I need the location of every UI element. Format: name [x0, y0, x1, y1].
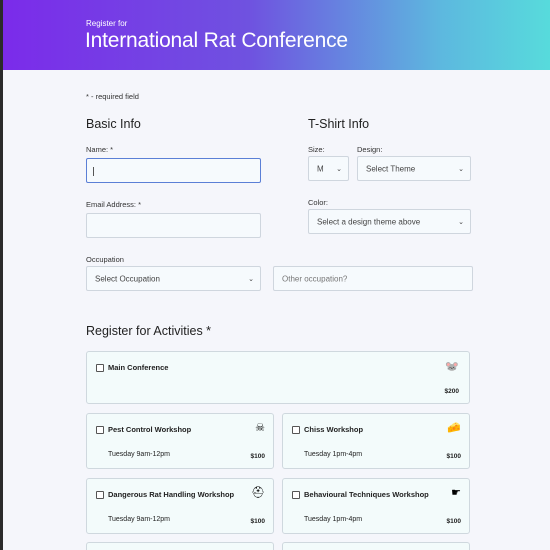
size-select-value: M [317, 164, 324, 173]
other-occupation-input[interactable]: Other occupation? [273, 266, 473, 291]
name-label: Name: * [86, 145, 114, 154]
activity-time: Tuesday 1pm-4pm [304, 451, 363, 458]
email-input[interactable] [86, 213, 261, 238]
activity-time: Tuesday 9am-12pm [108, 516, 170, 523]
activity-time: Tuesday 1pm-4pm [304, 516, 363, 523]
color-select-value: Select a design theme above [317, 217, 421, 226]
occupation-label: Occupation [86, 255, 124, 264]
activity-card-dangerous-rat-handling[interactable]: Dangerous Rat Handling Workshop ⛑ Tuesda… [86, 478, 274, 534]
color-label: Color: [308, 198, 329, 207]
page-title: International Rat Conference [85, 29, 348, 52]
occupation-select-value: Select Occupation [95, 274, 160, 283]
other-occupation-placeholder: Other occupation? [282, 274, 348, 283]
design-select[interactable]: Select Theme ⌄ [357, 156, 471, 181]
chiss-checkbox[interactable] [292, 426, 300, 434]
required-field-note: * - required field [86, 92, 139, 101]
activity-card-pest-control[interactable]: Pest Control Workshop ☠ Tuesday 9am-12pm… [86, 413, 274, 469]
activity-price: $100 [250, 453, 265, 460]
text-cursor [93, 167, 94, 176]
size-select[interactable]: M ⌄ [308, 156, 349, 181]
skull-crossbones-icon: ☠ [255, 422, 265, 434]
activity-name: Main Conference [108, 363, 169, 372]
chevron-down-icon: ⌄ [336, 165, 342, 173]
basic-info-heading: Basic Info [86, 117, 141, 131]
activity-time: Tuesday 9am-12pm [108, 451, 170, 458]
activity-card-main-conference[interactable]: Main Conference 🐭 $200 [86, 351, 470, 404]
behavioural-techniques-checkbox[interactable] [292, 491, 300, 499]
activity-name: Behavioural Techniques Workshop [304, 490, 429, 499]
activity-name: Pest Control Workshop [108, 425, 192, 434]
activity-card-chiss[interactable]: Chiss Workshop 🧀 Tuesday 1pm-4pm $100 [282, 413, 470, 469]
activity-card-behavioural-techniques[interactable]: Behavioural Techniques Workshop ☛ Tuesda… [282, 478, 470, 534]
cheese-icon: 🧀 [447, 422, 461, 434]
design-select-value: Select Theme [366, 164, 416, 173]
header-subtitle: Register for [86, 19, 128, 28]
name-input[interactable] [86, 158, 261, 183]
design-label: Design: [357, 145, 383, 154]
dangerous-rat-handling-checkbox[interactable] [96, 491, 104, 499]
size-label: Size: [308, 145, 325, 154]
page-header: Register for International Rat Conferenc… [3, 0, 550, 70]
pointer-icon: ☛ [451, 487, 461, 499]
pest-control-checkbox[interactable] [96, 426, 104, 434]
helmet-icon: ⛑ [251, 487, 265, 499]
tshirt-info-heading: T-Shirt Info [308, 117, 370, 131]
activity-price: $100 [446, 518, 461, 525]
chevron-down-icon: ⌄ [248, 275, 254, 283]
occupation-select[interactable]: Select Occupation ⌄ [86, 266, 261, 291]
registration-page: Register for International Rat Conferenc… [3, 0, 550, 550]
activities-heading: Register for Activities * [86, 324, 212, 338]
chevron-down-icon: ⌄ [458, 165, 464, 173]
email-label: Email Address: * [86, 200, 142, 209]
color-select[interactable]: Select a design theme above ⌄ [308, 209, 471, 234]
mouse-icon: 🐭 [445, 361, 459, 373]
chevron-down-icon: ⌄ [458, 218, 464, 226]
activity-price: $100 [446, 453, 461, 460]
activity-price: $200 [444, 388, 459, 395]
main-conference-checkbox[interactable] [96, 364, 104, 372]
activity-name: Dangerous Rat Handling Workshop [108, 490, 235, 499]
activity-card-partial[interactable] [86, 542, 274, 550]
activity-price: $100 [250, 518, 265, 525]
activity-card-partial[interactable] [282, 542, 470, 550]
activity-name: Chiss Workshop [304, 425, 364, 434]
